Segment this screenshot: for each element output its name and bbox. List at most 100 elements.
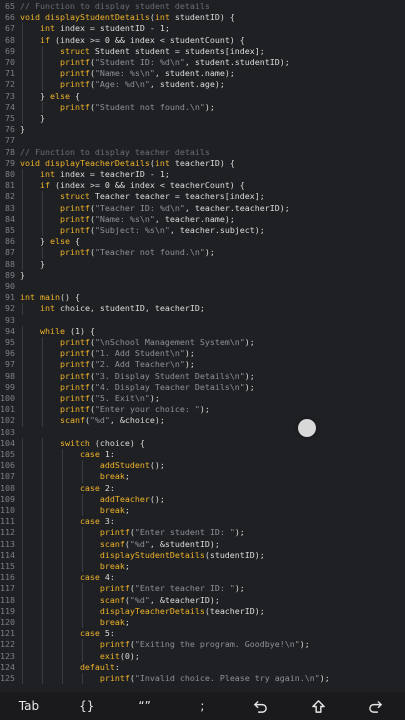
code-line[interactable]: 75 }: [0, 113, 405, 125]
line-number: 72: [5, 79, 15, 90]
code-line[interactable]: 85 printf("Subject: %s\n", teacher.subje…: [0, 225, 405, 237]
code-line[interactable]: 121 case 5:: [0, 628, 405, 640]
code-token: }: [20, 269, 25, 280]
code-line[interactable]: 94 while (1) {: [0, 325, 405, 337]
code-line[interactable]: 93: [0, 315, 405, 326]
code-line[interactable]: 92 int choice, studentID, teacherID;: [0, 303, 405, 315]
semicolon-key-button[interactable]: ;: [187, 692, 217, 720]
code-line[interactable]: 90: [0, 281, 405, 292]
code-line[interactable]: 74 printf("Student not found.\n");: [0, 101, 405, 113]
code-line[interactable]: 83 printf("Teacher ID: %d\n", teacher.te…: [0, 202, 405, 214]
code-line[interactable]: 107 break;: [0, 471, 405, 483]
code-line[interactable]: 117 printf("Enter teacher ID: ");: [0, 583, 405, 595]
code-text: printf("2. Add Teacher\n");: [20, 359, 195, 370]
code-token: printf: [20, 247, 90, 258]
code-line[interactable]: 65 // Function to display student details: [0, 1, 405, 12]
code-line[interactable]: 104 switch (choice) {: [0, 437, 405, 449]
code-line[interactable]: 81 if (index >= 0 && index < teacherCoun…: [0, 180, 405, 192]
code-line[interactable]: 112 printf("Enter student ID: ");: [0, 527, 405, 539]
code-line[interactable]: 84 printf("Name: %s\n", teacher.name);: [0, 213, 405, 225]
code-line[interactable]: 96 printf("1. Add Student\n");: [0, 348, 405, 360]
code-token: printf: [20, 79, 90, 90]
line-number: 110: [0, 505, 15, 515]
code-line[interactable]: 106 addStudent();: [0, 460, 405, 472]
code-line[interactable]: 73 } else {: [0, 90, 405, 102]
code-token: (index >= 0 && index < teacherCount) {: [49, 180, 245, 191]
code-line[interactable]: 125 printf("Invalid choice. Please try a…: [0, 673, 405, 685]
undo-button[interactable]: [245, 692, 275, 720]
code-line[interactable]: 91 int main() {: [0, 292, 405, 303]
code-line[interactable]: 67 int index = studentID - 1;: [0, 23, 405, 35]
code-line[interactable]: 113 scanf("%d", &studentID);: [0, 538, 405, 550]
code-text: struct Student student = students[index]…: [20, 46, 265, 57]
code-line[interactable]: 95 printf("\nSchool Management System\n"…: [0, 337, 405, 349]
code-text: displayStudentDetails(studentID);: [20, 550, 265, 561]
code-line[interactable]: 114 displayStudentDetails(studentID);: [0, 549, 405, 561]
code-token: "2. Add Teacher\n": [94, 359, 185, 370]
code-line[interactable]: 76}: [0, 124, 405, 135]
code-line[interactable]: 119 displayTeacherDetails(teacherID);: [0, 605, 405, 617]
code-line[interactable]: 98 printf("3. Display Student Details\n"…: [0, 370, 405, 382]
code-line[interactable]: 97 printf("2. Add Teacher\n");: [0, 359, 405, 371]
line-number: 70: [5, 57, 15, 67]
code-editor[interactable]: 65 // Function to display student details…: [0, 0, 405, 692]
code-line[interactable]: 77: [0, 135, 405, 146]
braces-key-button[interactable]: {}: [72, 692, 102, 720]
shift-button[interactable]: [303, 692, 333, 720]
code-line[interactable]: 122 printf("Exiting the program. Goodbye…: [0, 639, 405, 651]
code-line[interactable]: 100 printf("5. Exit\n");: [0, 393, 405, 405]
code-line[interactable]: 89}: [0, 270, 405, 281]
code-text: int index = teacherID - 1;: [20, 169, 170, 180]
code-line[interactable]: 82 struct Teacher teacher = teachers[ind…: [0, 191, 405, 203]
code-line[interactable]: 102 scanf("%d", &choice);: [0, 415, 405, 427]
quotes-key-button[interactable]: “”: [130, 692, 160, 720]
code-text: }: [20, 270, 25, 281]
code-line[interactable]: 118 scanf("%d", &teacherID);: [0, 594, 405, 606]
code-token: printf: [20, 68, 90, 79]
code-token: displayTeacherDetails: [44, 157, 150, 168]
code-token: struct: [20, 191, 90, 202]
code-line[interactable]: 70 printf("Student ID: %d\n", student.st…: [0, 57, 405, 69]
code-line[interactable]: 116 case 4:: [0, 572, 405, 584]
code-line[interactable]: 86 } else {: [0, 236, 405, 248]
line-number: 115: [0, 561, 15, 571]
code-token: "%d": [129, 594, 150, 605]
code-line[interactable]: 105 case 1:: [0, 449, 405, 461]
code-line[interactable]: 79 void displayTeacherDetails(int teacher…: [0, 158, 405, 169]
code-line[interactable]: 69 struct Student student = students[ind…: [0, 45, 405, 57]
line-number: 114: [0, 549, 15, 560]
code-line[interactable]: 72 printf("Age: %d\n", student.age);: [0, 79, 405, 91]
code-text: // Function to display student details: [20, 1, 210, 12]
code-line[interactable]: 110 break;: [0, 505, 405, 517]
code-line[interactable]: 80 int index = teacherID - 1;: [0, 169, 405, 181]
code-line[interactable]: 99 printf("4. Display Teacher Details\n"…: [0, 381, 405, 393]
tab-key-button[interactable]: Tab: [14, 692, 44, 720]
code-text: exit(0);: [20, 651, 140, 662]
code-line[interactable]: 87 printf("Teacher not found.\n");: [0, 247, 405, 259]
code-token: );: [244, 381, 255, 392]
code-line[interactable]: 71 printf("Name: %s\n", student.name);: [0, 68, 405, 80]
code-line[interactable]: 124 default:: [0, 661, 405, 673]
code-line[interactable]: 108 case 2:: [0, 482, 405, 494]
code-token: "Subject: %s\n": [94, 225, 170, 235]
code-line[interactable]: 120 break;: [0, 617, 405, 629]
code-token: printf: [20, 225, 90, 235]
code-line[interactable]: 123 exit(0);: [0, 650, 405, 662]
redo-button[interactable]: [361, 692, 391, 720]
code-token: , &choice);: [109, 415, 165, 426]
code-token: int: [154, 157, 170, 168]
code-line[interactable]: 115 break;: [0, 561, 405, 573]
line-number: 78: [5, 146, 15, 157]
code-line[interactable]: 103: [0, 427, 405, 438]
code-text: }: [20, 113, 45, 124]
code-token: ();: [149, 460, 165, 471]
code-line[interactable]: 101 printf("Enter your choice: ");: [0, 404, 405, 416]
code-text: printf("Subject: %s\n", teacher.subject)…: [20, 225, 265, 236]
code-token: break: [20, 561, 125, 571]
code-line[interactable]: 68 if (index >= 0 && index < studentCoun…: [0, 34, 405, 46]
code-line[interactable]: 111 case 3:: [0, 516, 405, 528]
code-line[interactable]: 66 void displayStudentDetails(int student…: [0, 12, 405, 23]
code-line[interactable]: 78 // Function to display teacher details: [0, 147, 405, 158]
code-line[interactable]: 88 }: [0, 258, 405, 270]
code-line[interactable]: 109 addTeacher();: [0, 493, 405, 505]
